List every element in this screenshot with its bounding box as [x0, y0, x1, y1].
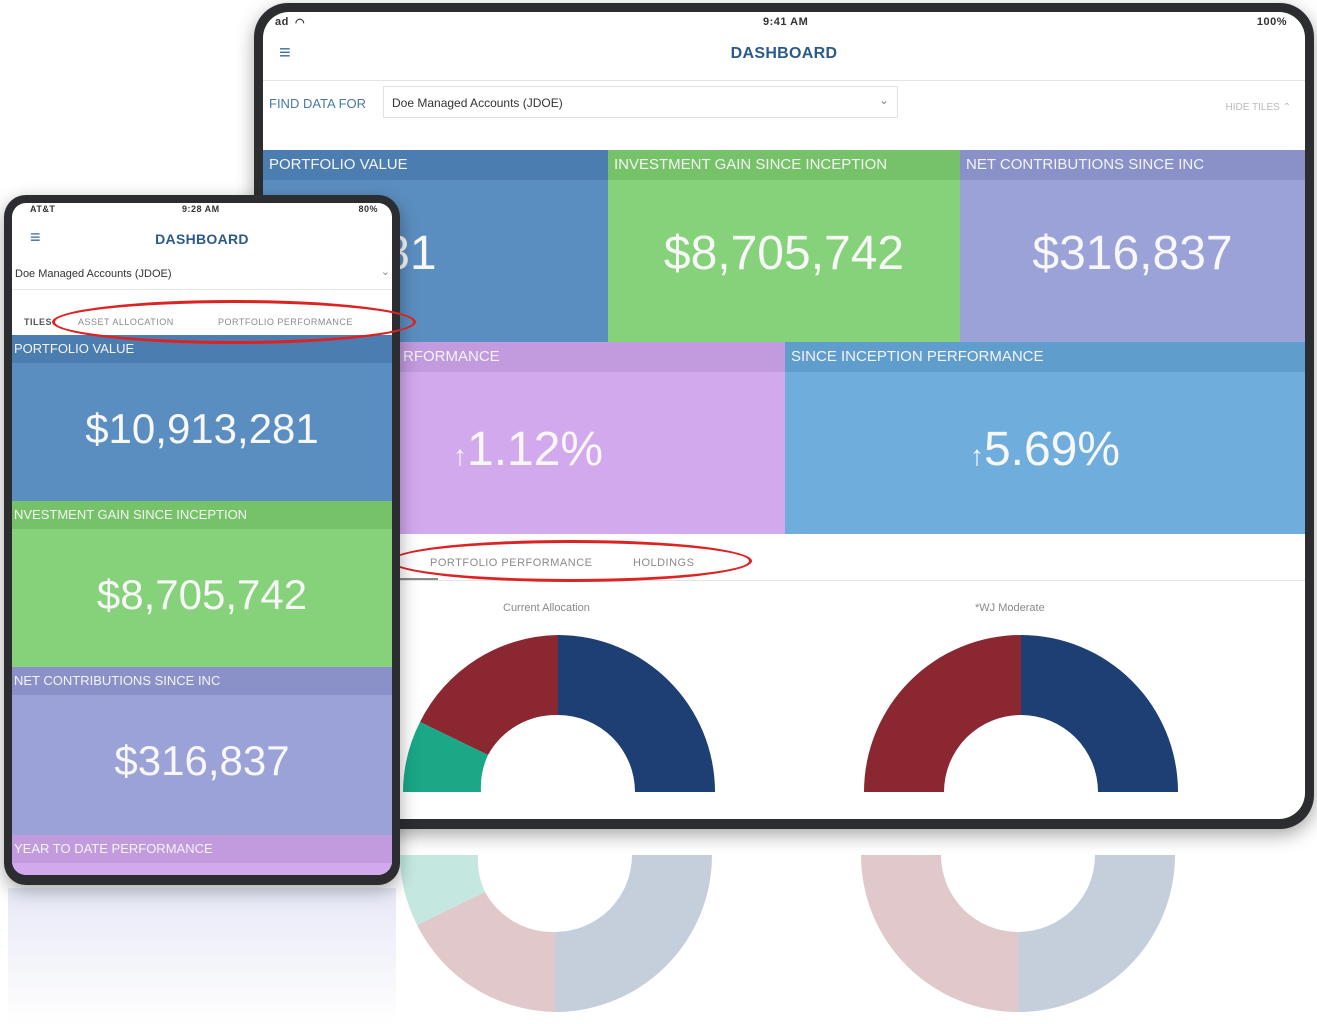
- tile-investment-gain[interactable]: NVESTMENT GAIN SINCE INCEPTION $8,705,74…: [12, 501, 392, 667]
- tile-label: NET CONTRIBUTIONS SINCE INC: [960, 150, 1305, 180]
- tile-label: PORTFOLIO VALUE: [263, 150, 608, 180]
- tile-value: $316,837: [114, 737, 290, 784]
- hide-tiles-button[interactable]: HIDE TILES ⌃: [1226, 102, 1291, 113]
- donut-segment-navy: [558, 635, 715, 792]
- find-data-label: FIND DATA FOR: [269, 96, 367, 111]
- clock-label: 9:28 AM: [182, 204, 220, 214]
- phone-device: AT&T 9:28 AM 80% ≡ DASHBOARD Doe Managed…: [4, 195, 400, 885]
- tile-value: 1.12%: [467, 423, 604, 476]
- chevron-down-icon: ⌄: [878, 93, 889, 107]
- clock-label: 9:41 AM: [763, 16, 809, 28]
- account-select[interactable]: Doe Managed Accounts (JDOE) ⌄: [383, 86, 898, 118]
- tile-label: NVESTMENT GAIN SINCE INCEPTION: [12, 501, 392, 529]
- account-select-value: Doe Managed Accounts (JDOE): [392, 96, 563, 110]
- tab-portfolio-performance[interactable]: PORTFOLIO PERFORMANCE: [430, 557, 592, 569]
- phone-screen: AT&T 9:28 AM 80% ≡ DASHBOARD Doe Managed…: [12, 203, 392, 875]
- tablet-screen: ad ◠ 9:41 AM 100% ≡ DASHBOARD FIND DATA …: [263, 12, 1305, 819]
- chart-title-wj-moderate: *WJ Moderate: [975, 602, 1045, 614]
- account-select-value: Doe Managed Accounts (JDOE): [15, 268, 172, 280]
- tile-value: $316,837: [1032, 227, 1233, 280]
- tabs-divider: [398, 580, 1305, 581]
- chart-title-current-allocation: Current Allocation: [503, 602, 590, 614]
- header-divider: [263, 80, 1305, 81]
- tile-value: $8,705,742: [96, 571, 308, 618]
- arrow-up-icon: ↑: [453, 440, 467, 471]
- page-title: DASHBOARD: [730, 45, 838, 62]
- tile-value-wrap: ↑1.12%: [453, 422, 785, 477]
- hide-tiles-label: HIDE TILES: [1225, 102, 1280, 113]
- phone-reflection: [8, 888, 396, 1024]
- tile-label: SINCE INCEPTION PERFORMANCE: [785, 342, 1305, 372]
- tab-tiles[interactable]: TILES: [24, 317, 52, 327]
- wifi-icon: ◠: [295, 17, 306, 29]
- tile-value: 5.69%: [983, 423, 1121, 476]
- donut-reflection: [400, 855, 1175, 1012]
- carrier-label: AT&T: [30, 204, 56, 214]
- current-allocation-donut: [403, 635, 715, 792]
- tile-value-wrap: ↑5.69%: [785, 422, 1305, 477]
- tab-holdings[interactable]: HOLDINGS: [633, 557, 694, 569]
- tile-label: PORTFOLIO VALUE: [12, 335, 392, 363]
- tile-label: YEAR TO DATE PERFORMANCE: [12, 835, 392, 863]
- account-select[interactable]: Doe Managed Accounts (JDOE) ⌄: [12, 259, 392, 290]
- tile-label: NET CONTRIBUTIONS SINCE INC: [12, 667, 392, 695]
- tile-value: $8,705,742: [663, 227, 905, 280]
- tile-investment-gain[interactable]: INVESTMENT GAIN SINCE INCEPTION $8,705,7…: [608, 150, 960, 342]
- battery-label: 100%: [1256, 16, 1287, 28]
- battery-label: 80%: [358, 204, 378, 214]
- tile-since-inception-performance[interactable]: SINCE INCEPTION PERFORMANCE ↑5.69%: [785, 342, 1305, 534]
- chevron-down-icon: ⌄: [380, 266, 390, 278]
- donut-segment-navy: [1021, 635, 1178, 792]
- tile-net-contributions[interactable]: NET CONTRIBUTIONS SINCE INC $316,837: [12, 667, 392, 835]
- tab-asset-allocation[interactable]: ASSET ALLOCATION: [78, 317, 174, 327]
- carrier-label: ad: [275, 16, 289, 28]
- tile-label: INVESTMENT GAIN SINCE INCEPTION: [608, 150, 960, 180]
- phone-status-bar: AT&T 9:28 AM 80%: [12, 203, 392, 217]
- donut-segment-maroon: [864, 635, 1021, 792]
- tile-value: $10,913,281: [85, 405, 319, 452]
- tablet-status-bar: ad ◠ 9:41 AM 100%: [263, 12, 1305, 32]
- tab-portfolio-performance[interactable]: PORTFOLIO PERFORMANCE: [218, 317, 353, 327]
- page-title: DASHBOARD: [155, 231, 249, 247]
- wj-moderate-donut: [864, 635, 1178, 792]
- tablet-device: ad ◠ 9:41 AM 100% ≡ DASHBOARD FIND DATA …: [254, 3, 1314, 829]
- tile-net-contributions[interactable]: NET CONTRIBUTIONS SINCE INC $316,837: [960, 150, 1305, 342]
- arrow-up-icon: ↑: [969, 440, 984, 471]
- chevron-up-icon: ⌃: [1282, 102, 1291, 113]
- tile-ytd-performance[interactable]: YEAR TO DATE PERFORMANCE: [12, 835, 392, 875]
- tile-portfolio-value[interactable]: PORTFOLIO VALUE $10,913,281: [12, 335, 392, 501]
